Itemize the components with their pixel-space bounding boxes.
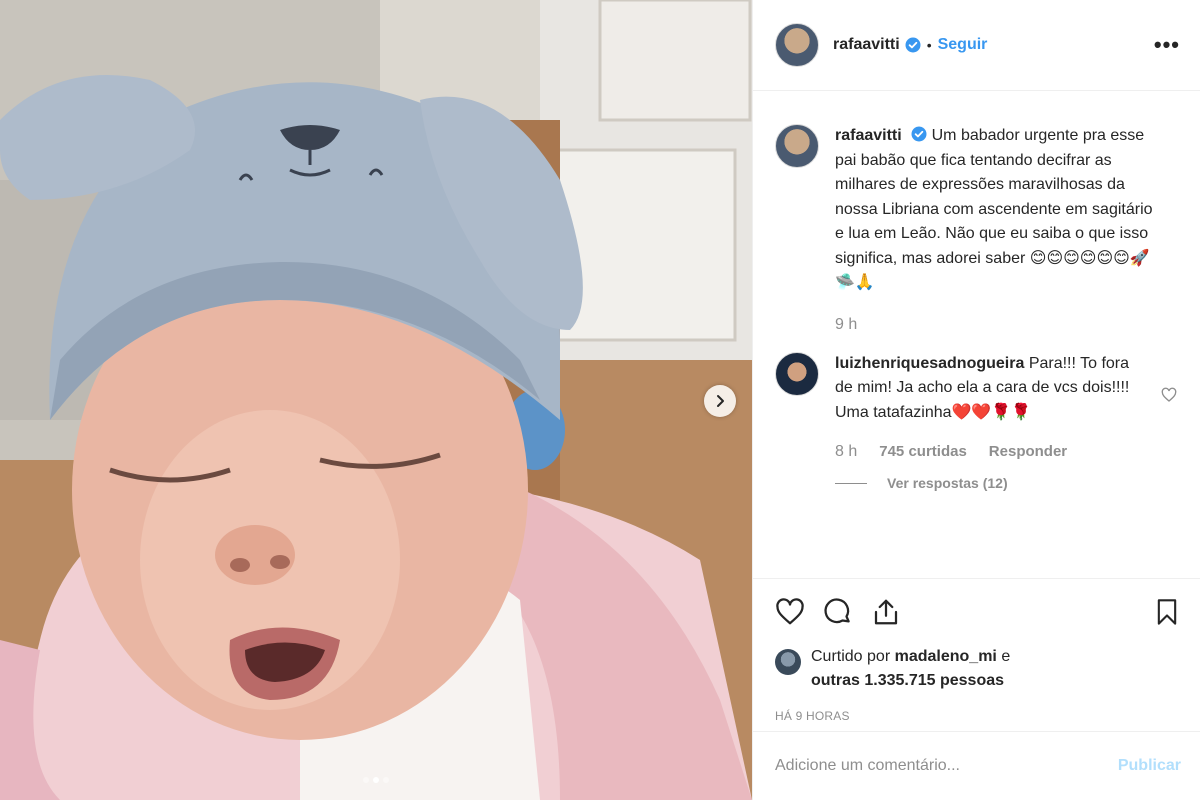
comment-item: luizhenriquesadnogueira Para!!! To fora … xyxy=(775,351,1181,491)
carousel-dot xyxy=(363,777,369,783)
add-comment-bar: Publicar xyxy=(753,731,1200,800)
comment-time[interactable]: 8 h xyxy=(835,443,857,461)
caption-username[interactable]: rafaavitti xyxy=(835,127,902,144)
like-heart-icon[interactable] xyxy=(775,597,805,627)
author-avatar[interactable] xyxy=(775,23,819,67)
view-replies-button[interactable]: Ver respostas (12) xyxy=(835,475,1135,491)
caption-body: rafaavitti Um babador urgente pra esse p… xyxy=(835,124,1165,296)
liked-by-prefix: Curtido por xyxy=(811,648,891,665)
carousel-indicator xyxy=(0,777,752,783)
carousel-dot xyxy=(383,777,389,783)
bookmark-icon[interactable] xyxy=(1153,597,1181,627)
comment-meta: 8 h 745 curtidas Responder xyxy=(835,443,1135,461)
post-photo[interactable] xyxy=(0,0,752,800)
comments-section: rafaavitti Um babador urgente pra esse p… xyxy=(753,92,1200,578)
verified-badge-icon xyxy=(905,37,921,53)
comment-bubble-icon[interactable] xyxy=(823,597,853,627)
likes-summary: Curtido por madaleno_mi e outras 1.335.7… xyxy=(775,645,1181,693)
chevron-right-icon xyxy=(717,395,724,407)
liked-by-user[interactable]: madaleno_mi xyxy=(895,648,997,665)
caption-time[interactable]: 9 h xyxy=(835,316,1165,334)
comment-username[interactable]: luizhenriquesadnogueira xyxy=(835,355,1024,372)
comment-body: luizhenriquesadnogueira Para!!! To fora … xyxy=(835,352,1135,426)
comment-input[interactable] xyxy=(775,757,1118,775)
more-options-icon[interactable]: ••• xyxy=(1154,32,1180,58)
caption: rafaavitti Um babador urgente pra esse p… xyxy=(775,124,1181,334)
carousel-dot-active xyxy=(373,777,379,783)
post-details-panel: rafaavitti • Seguir ••• rafaavitti Um ba… xyxy=(752,0,1200,800)
baby-photo xyxy=(0,0,752,800)
liked-by-joiner: e xyxy=(1001,648,1011,665)
post-header: rafaavitti • Seguir ••• xyxy=(753,0,1200,91)
share-icon[interactable] xyxy=(871,597,901,627)
like-comment-heart-icon[interactable] xyxy=(1161,387,1177,403)
liker-avatar[interactable] xyxy=(775,649,801,675)
post-actions: Curtido por madaleno_mi e outras 1.335.7… xyxy=(753,578,1200,723)
comment-likes[interactable]: 745 curtidas xyxy=(879,443,967,461)
post-timestamp[interactable]: HÁ 9 HORAS xyxy=(775,709,1181,723)
header-separator: • xyxy=(926,37,932,53)
author-username[interactable]: rafaavitti xyxy=(833,36,900,54)
commenter-avatar[interactable] xyxy=(775,351,819,396)
replies-divider xyxy=(835,482,867,484)
verified-badge-icon xyxy=(911,126,927,142)
liked-by-others[interactable]: outras 1.335.715 pessoas xyxy=(811,672,1004,689)
follow-button[interactable]: Seguir xyxy=(938,36,988,54)
caption-avatar[interactable] xyxy=(775,124,819,168)
publish-button[interactable]: Publicar xyxy=(1118,757,1181,775)
reply-button[interactable]: Responder xyxy=(989,443,1067,461)
carousel-next-button[interactable] xyxy=(704,385,736,417)
action-icons xyxy=(775,579,1181,645)
caption-text: Um babador urgente pra esse pai babão qu… xyxy=(835,127,1153,291)
view-replies-label: Ver respostas (12) xyxy=(887,475,1008,491)
